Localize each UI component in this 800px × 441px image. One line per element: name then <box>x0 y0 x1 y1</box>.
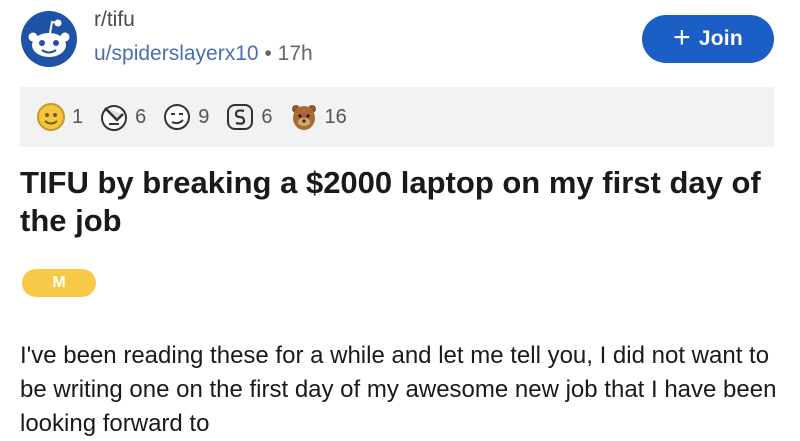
plus-icon: + <box>673 21 691 54</box>
facepalm-icon <box>101 105 128 131</box>
award-count: 1 <box>72 105 84 128</box>
reddit-snoo-icon <box>21 11 77 67</box>
gold-medal-icon <box>37 103 65 131</box>
subreddit-name[interactable]: r/tifu <box>94 8 135 32</box>
award-item[interactable]: 1 <box>34 100 83 134</box>
awards-bar[interactable]: 1 6 9 6 16 <box>20 87 774 147</box>
award-item[interactable]: 16 <box>287 100 347 134</box>
post-title[interactable]: TIFU by breaking a $2000 laptop on my fi… <box>20 164 770 240</box>
award-count: 6 <box>261 105 273 128</box>
award-item[interactable]: 6 <box>97 100 146 134</box>
smirk-face-icon <box>164 104 191 130</box>
join-button[interactable]: + Join <box>642 15 774 63</box>
post-age: 17h <box>277 42 313 65</box>
award-count: 9 <box>198 105 210 128</box>
silver-coin-icon <box>227 104 254 130</box>
subreddit-avatar[interactable] <box>20 10 78 68</box>
award-count: 6 <box>135 105 147 128</box>
join-label: Join <box>698 27 743 50</box>
award-count: 16 <box>324 105 347 128</box>
post-meta: u/spiderslayerx10 • 17h <box>94 42 313 66</box>
award-item[interactable]: 6 <box>223 100 273 134</box>
author-link[interactable]: u/spiderslayerx10 <box>94 42 259 65</box>
meta-separator: • <box>264 42 272 65</box>
award-item[interactable]: 9 <box>160 100 209 134</box>
bear-icon <box>291 105 316 130</box>
post-body: I've been reading these for a while and … <box>20 342 777 437</box>
post-flair: M <box>22 269 96 297</box>
